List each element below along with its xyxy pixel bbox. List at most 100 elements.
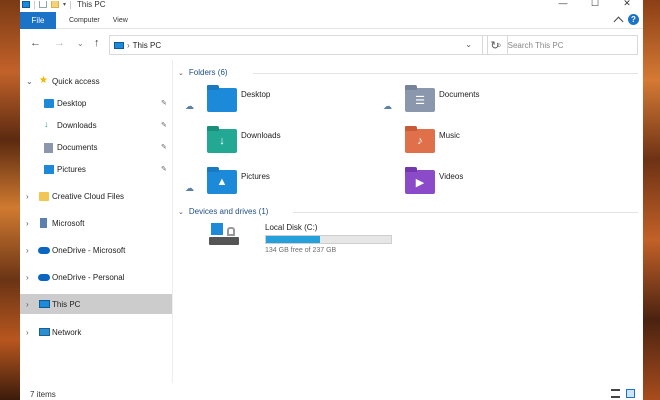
maximize-button[interactable]: ☐ bbox=[579, 0, 611, 9]
sidebar-item-desktop[interactable]: Desktop ✎ bbox=[20, 93, 172, 113]
status-bar: 7 items bbox=[20, 388, 643, 400]
collapse-group-icon[interactable]: ⌄ bbox=[178, 208, 184, 216]
close-button[interactable]: ✕ bbox=[611, 0, 643, 9]
folder-tile-desktop[interactable]: ☁ Desktop bbox=[185, 85, 375, 124]
title-bar: ▾ This PC — ☐ ✕ bbox=[20, 0, 643, 9]
minimize-button[interactable]: — bbox=[547, 0, 579, 9]
drive-body bbox=[209, 237, 239, 245]
details-view-icon[interactable] bbox=[611, 389, 620, 398]
tab-view[interactable]: View bbox=[113, 17, 128, 24]
group-divider bbox=[253, 73, 638, 74]
sidebar-item-this-pc[interactable]: › This PC bbox=[20, 294, 172, 314]
group-title: Devices and drives (1) bbox=[188, 207, 269, 216]
back-arrow-icon[interactable]: ← bbox=[30, 37, 41, 49]
sidebar-item-documents[interactable]: Documents ✎ bbox=[20, 137, 172, 157]
collapsed-chevron-icon[interactable]: › bbox=[26, 273, 29, 282]
folder-label: Documents bbox=[439, 90, 480, 99]
sidebar-item-label: Network bbox=[52, 327, 82, 337]
play-icon: ▶ bbox=[415, 176, 425, 189]
drive-tile-c[interactable]: Local Disk (C:) 134 GB free of 237 GB bbox=[209, 220, 409, 260]
desktop-folder-icon bbox=[207, 85, 237, 112]
folder-label: Desktop bbox=[241, 90, 271, 99]
drives-group-header[interactable]: ⌄ Devices and drives (1) bbox=[178, 207, 268, 216]
tab-computer[interactable]: Computer bbox=[69, 17, 100, 24]
folder-label: Videos bbox=[439, 172, 464, 181]
sidebar-item-creative-cloud[interactable]: › Creative Cloud Files bbox=[20, 186, 172, 206]
large-icons-view-icon[interactable] bbox=[626, 389, 635, 398]
tab-file[interactable]: File bbox=[20, 11, 56, 29]
expanded-chevron-icon[interactable]: ⌄ bbox=[26, 77, 33, 86]
collapsed-chevron-icon[interactable]: › bbox=[26, 246, 29, 255]
cloud-sync-icon: ☁ bbox=[185, 101, 194, 111]
forward-arrow-icon[interactable]: → bbox=[54, 37, 65, 49]
pin-icon[interactable]: ✎ bbox=[161, 121, 167, 129]
ribbon-tabs: File Computer View ? bbox=[20, 11, 643, 29]
breadcrumb[interactable]: This PC bbox=[133, 41, 161, 50]
customize-toolbar-icon[interactable]: ▾ bbox=[63, 1, 66, 8]
download-icon: ↓ bbox=[44, 119, 49, 129]
onedrive-icon bbox=[38, 247, 50, 254]
lock-icon bbox=[227, 227, 235, 236]
folder-tab bbox=[207, 85, 219, 90]
pin-icon[interactable]: ✎ bbox=[161, 165, 167, 173]
sidebar-item-downloads[interactable]: ↓ Downloads ✎ bbox=[20, 115, 172, 135]
desktop-wallpaper-left bbox=[0, 0, 20, 400]
sidebar-item-label: Microsoft bbox=[52, 218, 85, 228]
breadcrumb-chevron-icon[interactable]: › bbox=[127, 41, 130, 50]
help-icon[interactable]: ? bbox=[628, 14, 639, 25]
folder-tile-downloads[interactable]: ↓ Downloads bbox=[185, 126, 375, 165]
folder-tile-pictures[interactable]: ☁ ▲ Pictures bbox=[185, 167, 375, 206]
item-count: 7 items bbox=[30, 390, 56, 399]
collapse-group-icon[interactable]: ⌄ bbox=[178, 69, 184, 77]
up-arrow-icon[interactable]: ↑ bbox=[94, 37, 100, 49]
address-dropdown-icon[interactable]: ⌄ bbox=[465, 40, 472, 49]
sidebar-item-label: Pictures bbox=[57, 164, 86, 174]
collapsed-chevron-icon[interactable]: › bbox=[26, 219, 29, 228]
sidebar-item-onedrive-personal[interactable]: › OneDrive - Personal bbox=[20, 267, 172, 287]
search-icon: ⌕ bbox=[496, 39, 502, 51]
mountain-icon: ▲ bbox=[216, 176, 228, 188]
expand-ribbon-icon[interactable] bbox=[613, 16, 624, 27]
window-controls: — ☐ ✕ bbox=[547, 0, 643, 9]
windows-logo-icon bbox=[211, 223, 223, 235]
documents-folder-icon: ☰ bbox=[405, 85, 435, 112]
navigation-pane: ⌄ ★ Quick access Desktop ✎ ↓ Downloads ✎… bbox=[20, 65, 172, 383]
downloads-folder-icon: ↓ bbox=[207, 126, 237, 153]
folders-group-header[interactable]: ⌄ Folders (6) bbox=[178, 68, 228, 77]
content-pane: ⌄ Folders (6) ☁ Desktop ☁ ☰ Documents ↓ bbox=[173, 60, 643, 383]
network-icon bbox=[39, 328, 50, 336]
drive-usage-fill bbox=[266, 236, 321, 243]
search-input[interactable]: ⌕ Search This PC bbox=[487, 35, 638, 55]
sidebar-item-network[interactable]: › Network bbox=[20, 322, 172, 342]
pin-icon[interactable]: ✎ bbox=[161, 143, 167, 151]
search-placeholder: Search This PC bbox=[507, 40, 564, 50]
sidebar-item-onedrive-microsoft[interactable]: › OneDrive - Microsoft bbox=[20, 240, 172, 260]
folder-label: Pictures bbox=[241, 172, 270, 181]
group-title: Folders (6) bbox=[188, 68, 228, 77]
sidebar-item-microsoft[interactable]: › Microsoft bbox=[20, 213, 172, 233]
collapsed-chevron-icon[interactable]: › bbox=[26, 192, 29, 201]
sidebar-item-pictures[interactable]: Pictures ✎ bbox=[20, 159, 172, 179]
navigation-bar: ← → ⌄ ↑ › This PC ⌄ ↻ ⌕ Search This PC bbox=[20, 33, 643, 57]
cloud-sync-icon: ☁ bbox=[383, 101, 392, 111]
sidebar-item-label: Documents bbox=[57, 142, 98, 152]
pictures-folder-icon: ▲ bbox=[207, 167, 237, 194]
folder-tile-videos[interactable]: ▶ Videos bbox=[383, 167, 573, 206]
collapsed-chevron-icon[interactable]: › bbox=[26, 328, 29, 337]
collapsed-chevron-icon[interactable]: › bbox=[26, 300, 29, 309]
building-icon bbox=[40, 218, 47, 228]
folder-tile-documents[interactable]: ☁ ☰ Documents bbox=[383, 85, 573, 124]
properties-icon[interactable] bbox=[39, 1, 47, 8]
drive-usage-bar bbox=[265, 235, 392, 244]
onedrive-icon bbox=[38, 274, 50, 281]
sidebar-item-quick-access[interactable]: ⌄ ★ Quick access bbox=[20, 71, 172, 91]
folder-label: Downloads bbox=[241, 131, 281, 140]
pc-icon bbox=[39, 300, 50, 308]
folder-tile-music[interactable]: ♪ Music bbox=[383, 126, 573, 165]
music-note-icon: ♪ bbox=[417, 135, 423, 147]
address-bar[interactable]: › This PC ⌄ bbox=[109, 35, 483, 55]
new-folder-icon[interactable] bbox=[51, 1, 59, 8]
pin-icon[interactable]: ✎ bbox=[161, 99, 167, 107]
recent-locations-icon[interactable]: ⌄ bbox=[77, 39, 84, 48]
documents-icon bbox=[44, 143, 53, 153]
